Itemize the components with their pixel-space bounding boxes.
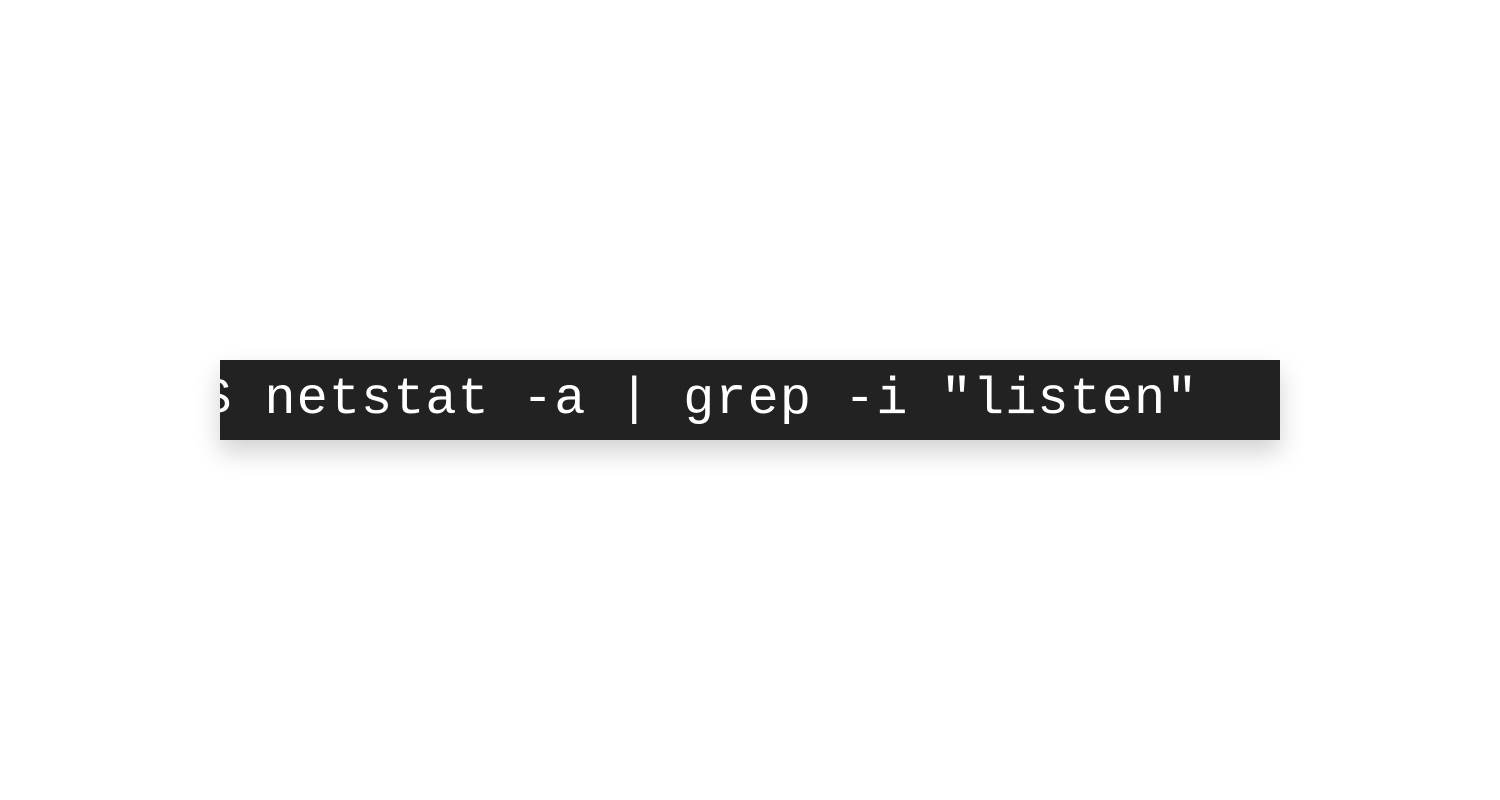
terminal-command-text: $ netstat -a | grep -i "listen" <box>220 374 1198 426</box>
terminal-command-pill[interactable]: $ netstat -a | grep -i "listen" <box>220 360 1280 440</box>
